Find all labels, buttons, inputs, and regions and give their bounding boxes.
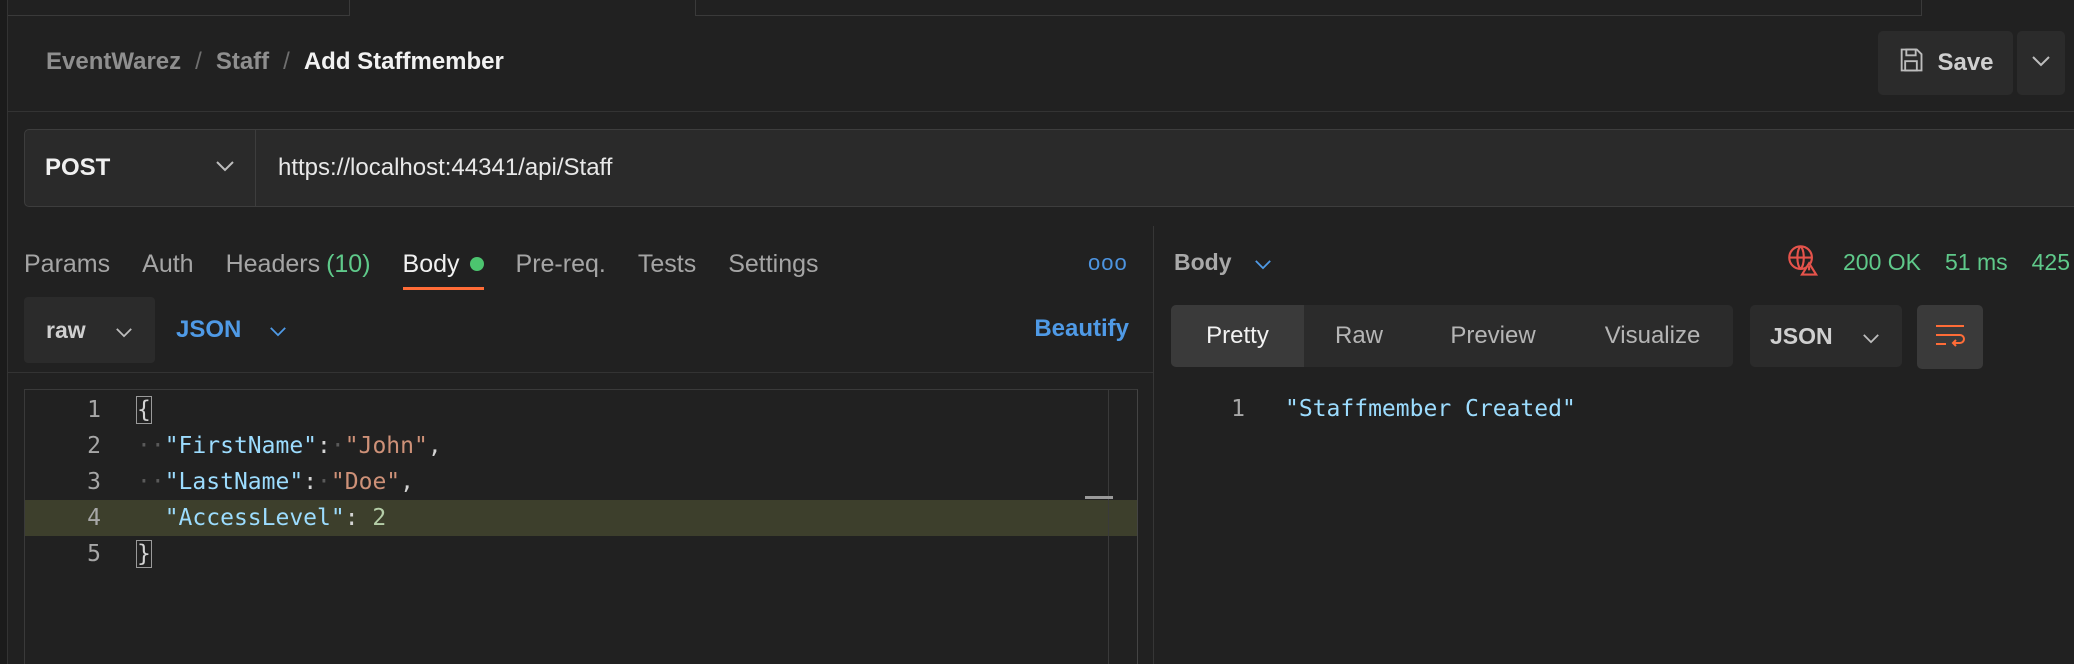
breadcrumb-workspace[interactable]: EventWarez: [46, 48, 181, 76]
json-comma: ,: [400, 469, 415, 495]
breadcrumb-separator: /: [283, 48, 290, 75]
breadcrumb-folder[interactable]: Staff: [216, 48, 269, 76]
json-key: "FirstName": [164, 433, 318, 459]
wrap-lines-button[interactable]: [1917, 305, 1983, 369]
chevron-down-icon: [269, 316, 287, 344]
body-language-label: JSON: [176, 316, 242, 343]
beautify-button[interactable]: Beautify: [1034, 315, 1129, 343]
editor-scrollbar-thumb[interactable]: [1085, 496, 1113, 499]
chevron-down-icon: [1862, 323, 1880, 350]
tab-pretty[interactable]: Pretty: [1171, 305, 1304, 367]
tab-label: Auth: [142, 249, 194, 278]
breadcrumb-separator: /: [195, 48, 202, 75]
tab-pre-request[interactable]: Pre-req.: [516, 240, 606, 288]
response-time[interactable]: 51 ms: [1945, 249, 2008, 276]
response-view-tabs: Pretty Raw Preview Visualize: [1171, 305, 1733, 367]
chevron-down-icon: [2031, 54, 2051, 72]
pane-splitter[interactable]: [1153, 226, 1154, 664]
save-label: Save: [1937, 49, 1994, 76]
line-number: 1: [87, 397, 101, 423]
breadcrumb: EventWarez / Staff / Add Staffmember: [46, 48, 504, 76]
tab-label: Body: [402, 249, 460, 278]
tab-stub[interactable]: [695, 0, 1922, 16]
response-content[interactable]: "Staffmember Created": [1285, 396, 1576, 422]
code-line: 2 ··"FirstName":·"John",: [25, 428, 1137, 464]
top-tab-strip: [0, 0, 2074, 16]
response-size[interactable]: 425: [2032, 249, 2070, 276]
tab-label: Params: [24, 249, 111, 278]
tab-tests[interactable]: Tests: [638, 240, 696, 288]
close-brace: }: [136, 540, 152, 568]
json-key: "LastName": [164, 469, 304, 495]
line-number: 5: [87, 541, 101, 567]
save-button[interactable]: Save: [1878, 31, 2013, 95]
request-header: EventWarez / Staff / Add Staffmember Sav…: [8, 16, 2074, 112]
headers-count: (10): [326, 249, 371, 278]
response-section-select[interactable]: Body: [1174, 249, 1272, 276]
status-code[interactable]: 200 OK: [1843, 249, 1921, 276]
open-brace: {: [136, 396, 152, 424]
editor-scrollbar-track: [1108, 390, 1109, 664]
code-line-current: 4 "AccessLevel": 2: [25, 500, 1137, 536]
tab-label: Headers: [225, 249, 321, 278]
left-panel-edge: [0, 0, 8, 664]
body-language-select[interactable]: JSON: [176, 297, 287, 363]
line-number: 3: [87, 469, 101, 495]
json-key: "AccessLevel": [164, 505, 345, 531]
body-mode-select[interactable]: raw: [24, 297, 155, 363]
response-code-line: 1 "Staffmember Created": [1195, 391, 1576, 427]
json-value: 2: [372, 505, 387, 531]
body-editor[interactable]: 1 { 2 ··"FirstName":·"John", 3 ··"LastNa…: [24, 389, 1138, 664]
json-comma: ,: [427, 433, 442, 459]
more-options-button[interactable]: ooo: [1088, 250, 1128, 276]
response-format-select[interactable]: JSON: [1750, 305, 1902, 367]
page-title[interactable]: Add Staffmember: [304, 48, 504, 76]
globe-error-icon[interactable]: [1785, 242, 1819, 282]
json-value: "John": [344, 433, 428, 459]
tab-settings[interactable]: Settings: [728, 240, 818, 288]
tab-auth[interactable]: Auth: [142, 240, 193, 288]
request-tabs: Params Auth Headers (10) Body Pre-req. Te…: [24, 240, 851, 290]
save-options-button[interactable]: [2017, 31, 2065, 95]
tab-stub[interactable]: [0, 0, 350, 16]
chevron-down-icon: [1254, 249, 1272, 276]
tab-label: Settings: [728, 249, 819, 278]
tab-preview[interactable]: Preview: [1414, 305, 1572, 367]
tab-raw[interactable]: Raw: [1304, 305, 1414, 367]
code-line: 1 {: [25, 392, 1137, 428]
wrap-lines-icon: [1933, 322, 1967, 353]
body-toolbar: raw JSON Beautify: [24, 297, 1129, 363]
chevron-down-icon: [215, 159, 235, 177]
response-meta: 200 OK 51 ms 425: [1785, 242, 2070, 282]
tab-headers[interactable]: Headers (10): [226, 240, 371, 288]
line-number: 4: [87, 505, 101, 531]
line-number: 1: [1231, 396, 1245, 422]
method-select[interactable]: POST: [25, 130, 256, 206]
response-format-label: JSON: [1770, 322, 1833, 349]
response-section-label: Body: [1174, 248, 1232, 275]
code-line: 5 }: [25, 536, 1137, 572]
body-indicator-dot: [469, 257, 484, 271]
save-group: Save: [1878, 31, 2065, 95]
body-mode-label: raw: [46, 316, 86, 343]
line-number: 2: [87, 433, 101, 459]
tab-label: Pre-req.: [515, 249, 606, 278]
request-url-bar: POST https://localhost:44341/api/Staff: [24, 129, 2074, 207]
tab-body[interactable]: Body: [402, 240, 484, 290]
save-icon: [1897, 46, 1925, 81]
divider: [8, 372, 1153, 373]
tab-label: Tests: [637, 249, 697, 278]
response-header: Body: [1174, 242, 1272, 282]
url-input[interactable]: https://localhost:44341/api/Staff: [256, 130, 612, 206]
chevron-down-icon: [115, 317, 133, 344]
method-label: POST: [45, 154, 111, 181]
json-value: "Doe": [330, 469, 401, 495]
tab-params[interactable]: Params: [24, 240, 110, 288]
tab-visualize[interactable]: Visualize: [1572, 305, 1733, 367]
code-line: 3 ··"LastName":·"Doe",: [25, 464, 1137, 500]
